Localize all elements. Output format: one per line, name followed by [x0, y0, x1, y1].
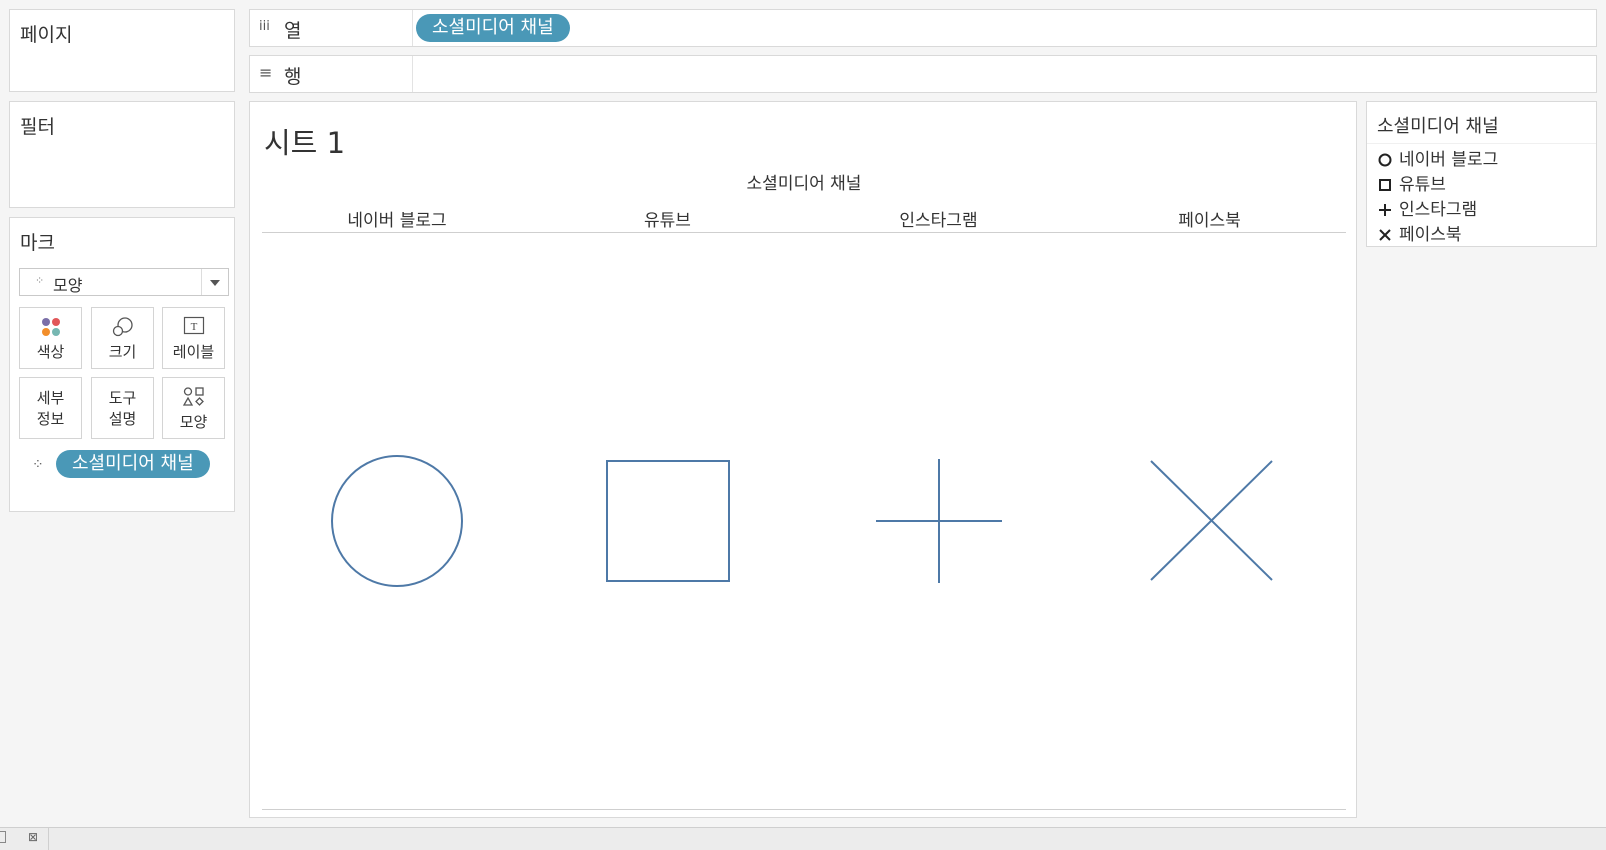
view-card: 시트 1 소셜미디어 채널 네이버 블로그 유튜브 인스타그램 페이스북 [249, 101, 1357, 818]
mark-plus[interactable] [876, 459, 1002, 583]
shape-button[interactable]: 모양 [162, 377, 225, 439]
mark-type-dropdown[interactable]: ⁘ 모양 [19, 268, 229, 296]
circle-icon [1378, 153, 1392, 167]
legend-title[interactable]: 소셜미디어 채널 [1377, 112, 1499, 138]
sheet-tab-icon[interactable]: ⊠ [28, 830, 38, 844]
rows-icon: ≡ [259, 63, 273, 82]
size-button[interactable]: 크기 [91, 307, 154, 369]
filters-title: 필터 [20, 116, 55, 138]
legend-item-label: 인스타그램 [1399, 200, 1478, 220]
plus-icon [1379, 204, 1391, 216]
shapes-icon: ⁘ [35, 274, 45, 287]
text-t-icon: T [163, 316, 224, 338]
cross-icon [1379, 229, 1391, 241]
shape-legend: 소셜미디어 채널 네이버 블로그 유튜브 인스타그램 페이스북 [1366, 101, 1597, 247]
tooltip-label-line2: 설명 [108, 410, 137, 428]
shape-field-icon: ⁘ [32, 457, 44, 473]
columns-shelf[interactable]: iii 열 소셜미디어 채널 [249, 9, 1597, 47]
mark-circle[interactable] [331, 455, 463, 587]
legend-item-label: 페이스북 [1399, 225, 1462, 245]
color-label: 색상 [36, 343, 65, 361]
pages-card[interactable]: 페이지 [9, 9, 235, 92]
size-label: 크기 [108, 343, 137, 361]
columns-icon: iii [259, 19, 270, 34]
color-dots-icon [20, 316, 81, 338]
rows-shelf[interactable]: ≡ 행 [249, 55, 1597, 93]
mark-cross[interactable] [1150, 460, 1273, 581]
pages-title: 페이지 [20, 24, 73, 46]
size-circles-icon [92, 316, 153, 338]
tooltip-button[interactable]: 도구 설명 [91, 377, 154, 439]
mark-square[interactable] [606, 460, 730, 582]
detail-label-line2: 정보 [36, 410, 65, 428]
detail-button[interactable]: 세부 정보 [19, 377, 82, 439]
marks-canvas [331, 455, 1273, 587]
marks-card: 마크 ⁘ 모양 색상 크기 T 레이블 세부 정보 도구 설명 모양 ⁘ 소셜미… [9, 217, 235, 512]
chevron-down-icon[interactable] [201, 269, 228, 295]
legend-item-label: 네이버 블로그 [1399, 150, 1499, 170]
columns-label: 열 [284, 20, 302, 42]
filters-card[interactable]: 필터 [9, 101, 235, 208]
shapes-icon [163, 386, 224, 408]
detail-label-line1: 세부 [36, 389, 65, 407]
shape-field-pill[interactable]: 소셜미디어 채널 [56, 450, 210, 478]
label-label: 레이블 [172, 343, 215, 361]
mark-type-value: 모양 [53, 276, 83, 295]
columns-shelf-label: iii 열 [250, 10, 413, 46]
legend-item-label: 유튜브 [1399, 175, 1446, 195]
color-button[interactable]: 색상 [19, 307, 82, 369]
svg-text:T: T [190, 321, 197, 333]
rows-shelf-label: ≡ 행 [250, 56, 413, 92]
square-icon [1379, 179, 1391, 191]
label-button[interactable]: T 레이블 [162, 307, 225, 369]
tooltip-label-line1: 도구 [108, 389, 137, 407]
tab-divider [48, 828, 49, 850]
grid-icon[interactable] [0, 831, 6, 843]
status-bar: ⊠ [0, 827, 1606, 850]
legend-header-divider [1367, 143, 1596, 144]
rows-label: 행 [284, 66, 302, 88]
columns-field-pill[interactable]: 소셜미디어 채널 [416, 14, 570, 42]
marks-title: 마크 [20, 232, 55, 254]
shape-label: 모양 [179, 413, 208, 431]
